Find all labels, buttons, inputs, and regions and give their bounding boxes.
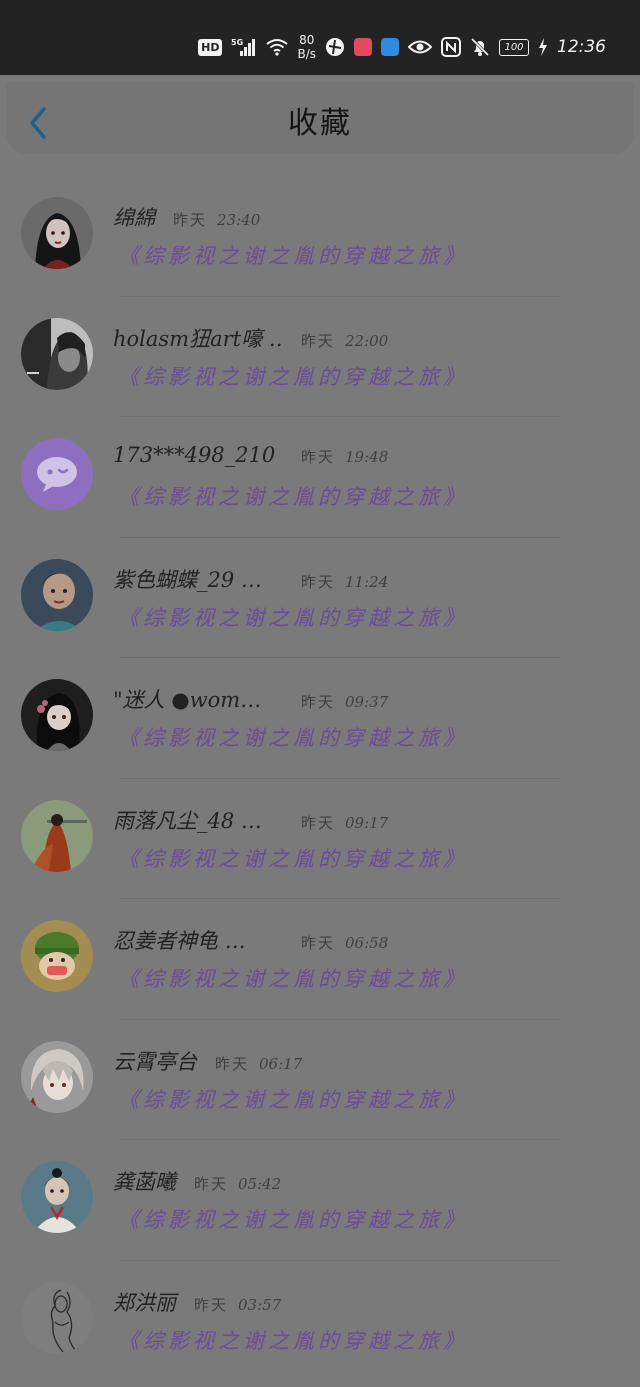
user-name: 忍姜者神龟 …: [113, 929, 246, 953]
list-item[interactable]: 郑洪丽 昨天 03:57 《综影视之谢之胤的穿越之旅》: [0, 1261, 640, 1382]
user-name: 雨落凡尘_48 …: [113, 808, 262, 833]
book-title[interactable]: 《综影视之谢之胤的穿越之旅》: [118, 963, 468, 993]
list-item[interactable]: 云霄亭台 昨天 06:17 《综影视之谢之胤的穿越之旅》: [0, 1020, 640, 1140]
user-name: 郑洪丽: [113, 1290, 176, 1315]
time-label: 05:42: [238, 1175, 282, 1193]
cloud-icon: [381, 38, 399, 56]
book-title[interactable]: 《综影视之谢之胤的穿越之旅》: [118, 843, 468, 873]
book-title[interactable]: 《综影视之谢之胤的穿越之旅》: [118, 361, 468, 391]
item-meta: 云霄亭台 昨天 06:17: [113, 1046, 302, 1076]
book-title[interactable]: 《综影视之谢之胤的穿越之旅》: [118, 1204, 468, 1234]
mute-bell-icon: [470, 37, 490, 57]
time-label: 06:17: [259, 1054, 303, 1073]
battery-icon: 100: [499, 38, 529, 56]
favorites-list: 绵綿 昨天 23:40 《综影视之谢之胤的穿越之旅》 holasm狃art嚎 ……: [0, 176, 640, 1381]
user-name: holasm狃art嚎 …: [113, 326, 283, 351]
eye-icon: [408, 40, 432, 54]
nfc-icon: [441, 37, 461, 57]
clock: 12:36: [557, 37, 606, 57]
hd-icon: HD: [198, 38, 223, 56]
avatar[interactable]: [21, 197, 93, 269]
date-label: 昨天: [301, 934, 336, 952]
avatar[interactable]: [21, 679, 93, 751]
item-meta: 忍姜者神龟 … 昨天 06:58: [113, 925, 388, 955]
book-title[interactable]: 《综影视之谢之胤的穿越之旅》: [118, 602, 468, 632]
item-meta: 郑洪丽 昨天 03:57: [113, 1287, 281, 1317]
user-name: 云霄亭台: [113, 1049, 197, 1074]
app-icon: [326, 38, 344, 56]
charging-icon: [539, 38, 547, 56]
time-label: 23:40: [217, 211, 261, 229]
user-name: "迷人 ●wom…: [113, 688, 262, 712]
svg-text:5G: 5G: [231, 38, 243, 47]
list-item[interactable]: 忍姜者神龟 … 昨天 06:58 《综影视之谢之胤的穿越之旅》: [0, 899, 640, 1020]
item-meta: 雨落凡尘_48 … 昨天 09:17: [113, 805, 388, 835]
time-label: 03:57: [238, 1295, 282, 1314]
wifi-icon: [266, 39, 289, 56]
book-title[interactable]: 《综影视之谢之胤的穿越之旅》: [118, 722, 468, 752]
book-title[interactable]: 《综影视之谢之胤的穿越之旅》: [118, 481, 468, 511]
item-meta: 龚菡曦 昨天 05:42: [113, 1166, 281, 1196]
date-label: 昨天: [301, 331, 336, 350]
avatar[interactable]: [21, 438, 93, 510]
status-icons: HD 5G 80 B/s 100 12:36: [198, 28, 606, 66]
date-label: 昨天: [194, 1175, 229, 1193]
date-label: 昨天: [301, 448, 336, 466]
user-name: 紫色蝴蝶_29 …: [113, 567, 262, 592]
date-label: 昨天: [215, 1054, 250, 1073]
avatar[interactable]: [21, 799, 93, 872]
list-item[interactable]: 绵綿 昨天 23:40 《综影视之谢之胤的穿越之旅》: [0, 176, 640, 297]
user-name: 173***498_210 …: [113, 443, 283, 467]
status-bar: HD 5G 80 B/s 100 12:36: [0, 0, 640, 75]
item-meta: 绵綿 昨天 23:40: [113, 202, 260, 232]
avatar[interactable]: [21, 1281, 93, 1354]
date-label: 昨天: [301, 693, 336, 711]
book-title[interactable]: 《综影视之谢之胤的穿越之旅》: [118, 1325, 468, 1355]
book-title[interactable]: 《综影视之谢之胤的穿越之旅》: [118, 1084, 468, 1114]
date-label: 昨天: [301, 572, 336, 591]
list-item[interactable]: "迷人 ●wom… 昨天 09:37 《综影视之谢之胤的穿越之旅》: [0, 658, 640, 779]
avatar[interactable]: [21, 920, 93, 992]
list-item[interactable]: holasm狃art嚎 … 昨天 22:00 《综影视之谢之胤的穿越之旅》: [0, 297, 640, 417]
avatar[interactable]: [21, 558, 93, 631]
time-label: 19:48: [345, 448, 389, 466]
net-speed-unit: B/s: [297, 47, 316, 61]
reader-app-icon: [354, 38, 372, 56]
net-speed-value: 80: [299, 33, 315, 47]
list-item[interactable]: 173***498_210 … 昨天 19:48 《综影视之谢之胤的穿越之旅》: [0, 417, 640, 538]
list-item[interactable]: 紫色蝴蝶_29 … 昨天 11:24 《综影视之谢之胤的穿越之旅》: [0, 538, 640, 658]
date-label: 昨天: [194, 1295, 229, 1314]
avatar[interactable]: [21, 1040, 93, 1113]
time-label: 11:24: [345, 572, 389, 591]
item-meta: holasm狃art嚎 … 昨天 22:00: [113, 323, 388, 353]
time-label: 06:58: [345, 934, 389, 952]
time-label: 09:37: [345, 693, 389, 711]
page-title: 收藏: [288, 106, 352, 141]
date-label: 昨天: [301, 813, 336, 832]
list-item[interactable]: 龚菡曦 昨天 05:42 《综影视之谢之胤的穿越之旅》: [0, 1140, 640, 1261]
net-speed: 80 B/s: [297, 33, 316, 61]
nav-header: 收藏: [6, 82, 634, 154]
list-item[interactable]: 雨落凡尘_48 … 昨天 09:17 《综影视之谢之胤的穿越之旅》: [0, 779, 640, 899]
user-name: 龚菡曦: [113, 1170, 176, 1194]
date-label: 昨天: [173, 211, 208, 229]
item-meta: 紫色蝴蝶_29 … 昨天 11:24: [113, 564, 388, 594]
time-label: 22:00: [345, 331, 389, 350]
item-meta: 173***498_210 … 昨天 19:48: [113, 443, 388, 467]
book-title[interactable]: 《综影视之谢之胤的穿越之旅》: [118, 240, 468, 270]
user-name: 绵綿: [113, 206, 155, 230]
avatar[interactable]: [21, 1161, 93, 1233]
item-meta: "迷人 ●wom… 昨天 09:37: [113, 684, 388, 714]
5g-signal-icon: 5G: [231, 38, 256, 56]
time-label: 09:17: [345, 813, 389, 832]
avatar[interactable]: [21, 317, 93, 390]
